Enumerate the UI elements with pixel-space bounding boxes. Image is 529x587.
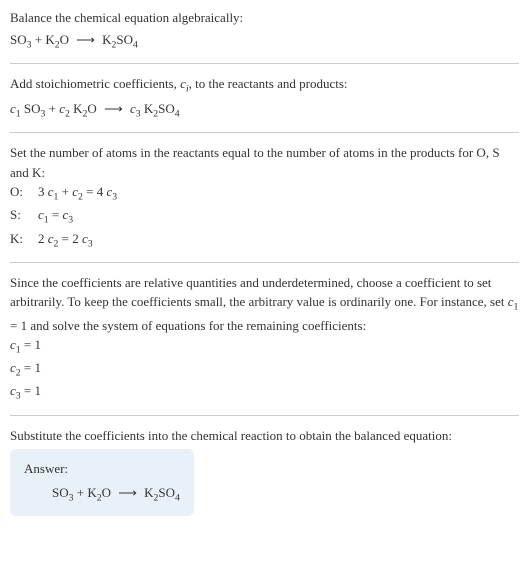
section-balance-intro: Balance the chemical equation algebraica… <box>10 8 519 53</box>
divider <box>10 262 519 263</box>
oxygen-equation: O: 3 c1 + c2 = 4 c3 <box>10 182 519 205</box>
intro-text: Balance the chemical equation algebraica… <box>10 8 519 28</box>
sulfur-equation: S: c1 = c3 <box>10 205 519 228</box>
element-label-s: S: <box>10 205 38 225</box>
unbalanced-equation: SO3 + K2O ⟶ K2SO4 <box>10 30 519 53</box>
coefficient-equation: c1 SO3 + c2 K2O ⟶ c3 K2SO4 <box>10 99 519 122</box>
section-atom-equations: Set the number of atoms in the reactants… <box>10 143 519 252</box>
reactant-k2o: + K2O <box>32 32 70 47</box>
balanced-equation: SO3 + K2O ⟶ K2SO4 <box>24 483 180 506</box>
coefficient-c2: c2 = 1 <box>10 358 519 381</box>
divider <box>10 63 519 64</box>
arrow-icon: ⟶ <box>76 30 95 50</box>
solve-intro: Since the coefficients are relative quan… <box>10 273 519 335</box>
answer-box: Answer: SO3 + K2O ⟶ K2SO4 <box>10 449 194 516</box>
divider <box>10 132 519 133</box>
element-label-o: O: <box>10 182 38 202</box>
coefficient-c1: c1 = 1 <box>10 335 519 358</box>
potassium-equation: K: 2 c2 = 2 c3 <box>10 229 519 252</box>
section-solve: Since the coefficients are relative quan… <box>10 273 519 405</box>
arrow-icon: ⟶ <box>118 483 137 503</box>
answer-intro: Substitute the coefficients into the che… <box>10 426 519 446</box>
section-answer: Substitute the coefficients into the che… <box>10 426 519 516</box>
divider <box>10 415 519 416</box>
product-k2so4: K2SO4 <box>102 32 138 47</box>
coefficient-c3: c3 = 1 <box>10 381 519 404</box>
section-coefficients: Add stoichiometric coefficients, ci, to … <box>10 74 519 122</box>
atom-equations-intro: Set the number of atoms in the reactants… <box>10 143 519 182</box>
reactant-so3: SO3 <box>10 32 32 47</box>
coefficients-intro: Add stoichiometric coefficients, ci, to … <box>10 74 519 97</box>
element-label-k: K: <box>10 229 38 249</box>
answer-label: Answer: <box>24 459 180 479</box>
arrow-icon: ⟶ <box>104 99 123 119</box>
